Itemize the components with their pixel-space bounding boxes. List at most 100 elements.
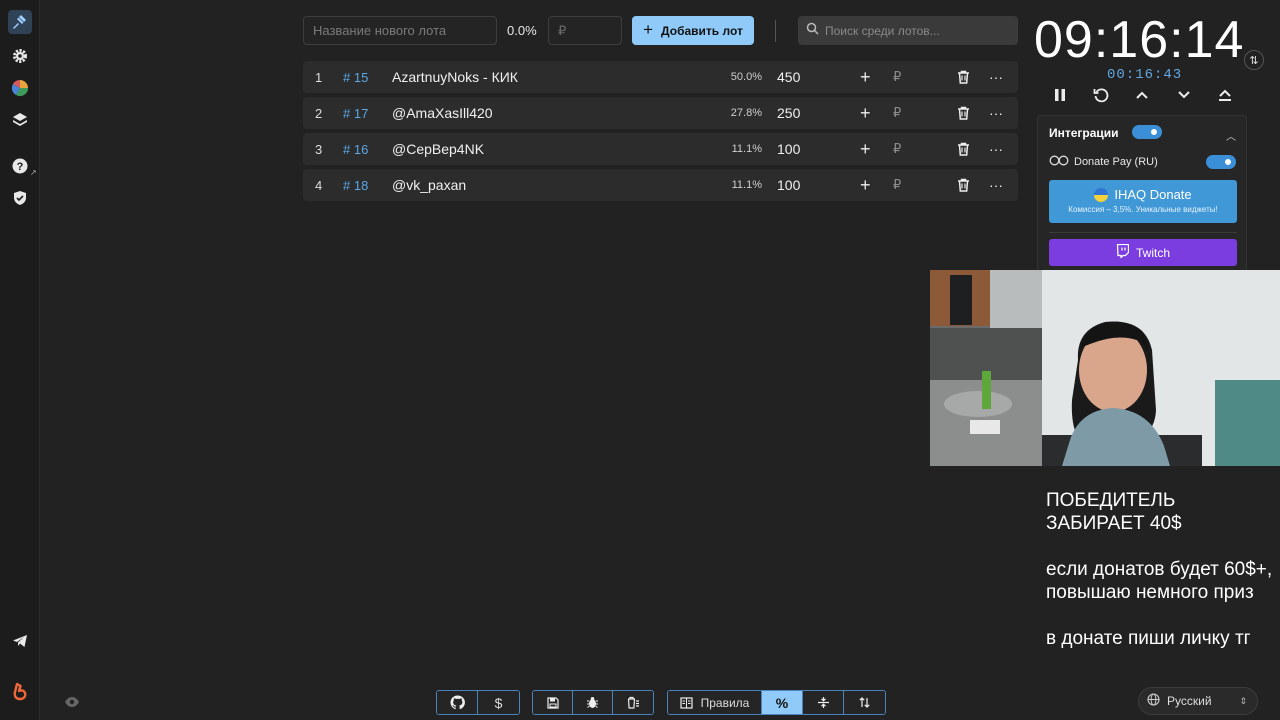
more-options-icon[interactable]: ···: [989, 169, 1003, 201]
more-options-icon[interactable]: ···: [989, 133, 1003, 165]
more-options-icon[interactable]: ···: [989, 97, 1003, 129]
delete-lot-icon[interactable]: [957, 133, 970, 165]
delete-lot-icon[interactable]: [957, 97, 970, 129]
lot-percent: 11.1%: [731, 179, 762, 191]
globe-icon: [1147, 693, 1160, 709]
lot-row: 3 # 16 @CepBep4NK 11.1% 100 + ₽ ···: [303, 133, 1018, 165]
auction-gavel-icon[interactable]: [8, 10, 32, 34]
add-amount-icon[interactable]: +: [860, 133, 871, 165]
add-amount-icon[interactable]: +: [860, 169, 871, 201]
main-timer: 09:16:14: [1034, 11, 1245, 69]
ukraine-flag-icon: [1094, 187, 1109, 202]
overlay-paragraph-3: в донате пиши личку тг: [1046, 628, 1251, 649]
reset-icon[interactable]: [1090, 84, 1112, 106]
chevron-down-icon[interactable]: [1173, 84, 1195, 106]
search-input[interactable]: [825, 23, 1015, 38]
overlay-line-2: ЗАБИРАЕТ 40$: [1046, 513, 1182, 534]
integrations-divider: [1049, 232, 1237, 233]
language-label: Русский: [1167, 694, 1212, 708]
lot-amount: 100: [777, 141, 801, 157]
lot-row: 1 # 15 AzartnuyNoks - КИК 50.0% 450 + ₽ …: [303, 61, 1018, 93]
layers-icon[interactable]: [8, 108, 32, 132]
lot-name[interactable]: @vk_paxan: [392, 169, 466, 201]
delete-lot-icon[interactable]: [957, 61, 970, 93]
lot-number: # 16: [343, 141, 369, 157]
add-lot-label: Добавить лот: [661, 23, 743, 38]
donate-pay-toggle[interactable]: [1206, 155, 1236, 169]
split-view-button[interactable]: [803, 691, 844, 714]
shield-icon[interactable]: [8, 186, 32, 210]
ruble-icon: ₽: [893, 105, 902, 120]
telegram-icon[interactable]: [8, 629, 32, 653]
plus-icon: +: [643, 20, 654, 39]
sort-button[interactable]: [844, 691, 885, 714]
bug-icon: [587, 697, 598, 708]
twitch-label: Twitch: [1135, 245, 1170, 260]
donate-dollar-button[interactable]: $: [478, 691, 519, 714]
delete-lot-icon[interactable]: [957, 169, 970, 201]
integrations-toggle[interactable]: [1132, 125, 1162, 139]
lot-row: 4 # 18 @vk_paxan 11.1% 100 + ₽ ···: [303, 169, 1018, 201]
double-up-icon[interactable]: [1214, 84, 1236, 106]
clear-all-button[interactable]: [613, 691, 653, 714]
percent-toggle-button[interactable]: %: [762, 691, 803, 714]
donate-pay-row: Donate Pay (RU): [1049, 155, 1158, 169]
view-options-group: Правила %: [667, 690, 886, 715]
swap-timer-icon[interactable]: ⇅: [1244, 50, 1264, 70]
collapse-chevron-icon[interactable]: ︿: [1226, 128, 1236, 143]
lot-index: 4: [315, 177, 323, 193]
toolbar-divider: [775, 20, 776, 42]
ruble-icon: ₽: [893, 69, 902, 84]
pause-icon[interactable]: [1049, 84, 1071, 106]
overlay-paragraph-2: если донатов будет 60$+, повышаю немного…: [1046, 559, 1273, 603]
bug-report-button[interactable]: [573, 691, 613, 714]
ihaq-donate-button[interactable]: IHAQ Donate Комиссия – 3,5%. Уникальные …: [1049, 180, 1237, 223]
lot-percent: 27.8%: [730, 107, 762, 119]
sidebar: ? ↗: [0, 0, 40, 720]
overlay-line-1: ПОБЕДИТЕЛЬ: [1046, 490, 1176, 511]
rules-book-icon: [680, 696, 693, 709]
webcam-feed: [930, 270, 1280, 466]
settings-gear-icon[interactable]: [8, 44, 32, 68]
external-link-icon: ↗: [30, 168, 37, 177]
lot-name[interactable]: @CepBep4NK: [392, 133, 484, 165]
donate-pay-icon: [1049, 155, 1069, 169]
lot-row: 2 # 17 @AmaXasIll420 27.8% 250 + ₽ ···: [303, 97, 1018, 129]
sort-arrows-icon: [859, 697, 870, 708]
file-actions-group: [532, 690, 654, 715]
add-lot-button[interactable]: + Добавить лот: [632, 16, 754, 45]
add-amount-icon[interactable]: +: [860, 61, 871, 93]
save-icon: [546, 696, 559, 709]
lot-name[interactable]: AzartnuyNoks - КИК: [392, 61, 518, 93]
add-amount-icon[interactable]: +: [860, 97, 871, 129]
save-button[interactable]: [533, 691, 573, 714]
twitch-button[interactable]: Twitch: [1049, 239, 1237, 266]
chevron-up-icon[interactable]: [1131, 84, 1153, 106]
help-icon[interactable]: ?: [8, 154, 32, 178]
dollar-icon: $: [494, 694, 503, 711]
eye-icon[interactable]: [64, 694, 82, 712]
lot-percent: 11.1%: [731, 143, 762, 155]
lot-number: # 18: [343, 177, 369, 193]
ruble-icon: ₽: [893, 141, 902, 156]
twitch-icon: [1116, 243, 1130, 261]
more-options-icon[interactable]: ···: [989, 61, 1003, 93]
lot-name-input[interactable]: [303, 16, 497, 45]
integrations-title: Интеграции: [1049, 126, 1119, 140]
lots-list: 1 # 15 AzartnuyNoks - КИК 50.0% 450 + ₽ …: [303, 61, 1018, 205]
lot-amount-input[interactable]: [548, 16, 622, 45]
ihaq-subtitle: Комиссия – 3,5%. Уникальные виджеты!: [1068, 205, 1218, 214]
lot-amount: 100: [777, 177, 801, 193]
lot-number: # 15: [343, 69, 369, 85]
lot-name[interactable]: @AmaXasIll420: [392, 97, 493, 129]
lot-index: 2: [315, 105, 323, 121]
split-arrows-icon: [817, 697, 829, 708]
boosty-logo-icon[interactable]: [8, 680, 32, 704]
wheel-pie-icon[interactable]: [8, 76, 32, 100]
rules-button[interactable]: Правила: [668, 691, 762, 714]
language-select[interactable]: Русский ⇕: [1138, 687, 1258, 715]
github-button[interactable]: [437, 691, 478, 714]
lot-percent: 50.0%: [730, 71, 762, 83]
rules-label: Правила: [700, 695, 750, 710]
search-box[interactable]: [798, 16, 1018, 45]
